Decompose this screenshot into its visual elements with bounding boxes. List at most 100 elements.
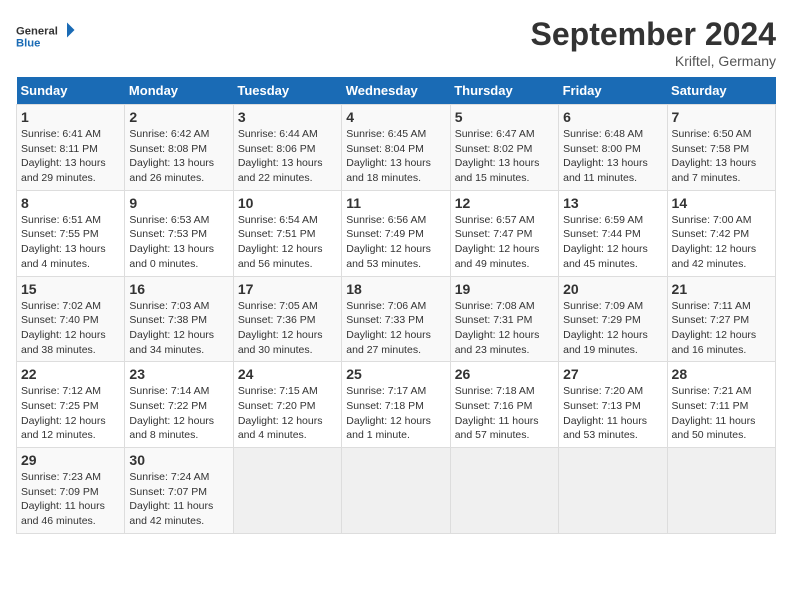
day-number: 27 bbox=[563, 366, 662, 382]
calendar-cell: 25 Sunrise: 7:17 AMSunset: 7:18 PMDaylig… bbox=[342, 362, 450, 448]
day-number: 16 bbox=[129, 281, 228, 297]
day-info: Sunrise: 7:24 AMSunset: 7:07 PMDaylight:… bbox=[129, 471, 213, 527]
day-info: Sunrise: 6:50 AMSunset: 7:58 PMDaylight:… bbox=[672, 128, 757, 184]
day-number: 5 bbox=[455, 109, 554, 125]
day-info: Sunrise: 6:53 AMSunset: 7:53 PMDaylight:… bbox=[129, 214, 214, 270]
header-saturday: Saturday bbox=[667, 77, 775, 105]
day-info: Sunrise: 7:20 AMSunset: 7:13 PMDaylight:… bbox=[563, 385, 647, 441]
day-number: 22 bbox=[21, 366, 120, 382]
day-number: 26 bbox=[455, 366, 554, 382]
day-info: Sunrise: 7:21 AMSunset: 7:11 PMDaylight:… bbox=[672, 385, 756, 441]
header-friday: Friday bbox=[559, 77, 667, 105]
day-info: Sunrise: 6:48 AMSunset: 8:00 PMDaylight:… bbox=[563, 128, 648, 184]
day-number: 8 bbox=[21, 195, 120, 211]
day-info: Sunrise: 7:08 AMSunset: 7:31 PMDaylight:… bbox=[455, 300, 540, 356]
day-number: 2 bbox=[129, 109, 228, 125]
calendar-cell: 1 Sunrise: 6:41 AMSunset: 8:11 PMDayligh… bbox=[17, 105, 125, 191]
header-wednesday: Wednesday bbox=[342, 77, 450, 105]
calendar-cell: 29 Sunrise: 7:23 AMSunset: 7:09 PMDaylig… bbox=[17, 448, 125, 534]
day-info: Sunrise: 7:17 AMSunset: 7:18 PMDaylight:… bbox=[346, 385, 431, 441]
day-number: 11 bbox=[346, 195, 445, 211]
calendar-cell bbox=[342, 448, 450, 534]
day-info: Sunrise: 7:05 AMSunset: 7:36 PMDaylight:… bbox=[238, 300, 323, 356]
day-info: Sunrise: 7:11 AMSunset: 7:27 PMDaylight:… bbox=[672, 300, 757, 356]
day-number: 10 bbox=[238, 195, 337, 211]
calendar-cell: 11 Sunrise: 6:56 AMSunset: 7:49 PMDaylig… bbox=[342, 190, 450, 276]
calendar-cell: 3 Sunrise: 6:44 AMSunset: 8:06 PMDayligh… bbox=[233, 105, 341, 191]
calendar-week-row: 29 Sunrise: 7:23 AMSunset: 7:09 PMDaylig… bbox=[17, 448, 776, 534]
day-info: Sunrise: 7:15 AMSunset: 7:20 PMDaylight:… bbox=[238, 385, 323, 441]
calendar-cell: 21 Sunrise: 7:11 AMSunset: 7:27 PMDaylig… bbox=[667, 276, 775, 362]
day-number: 17 bbox=[238, 281, 337, 297]
calendar-cell: 30 Sunrise: 7:24 AMSunset: 7:07 PMDaylig… bbox=[125, 448, 233, 534]
day-number: 1 bbox=[21, 109, 120, 125]
calendar-cell: 24 Sunrise: 7:15 AMSunset: 7:20 PMDaylig… bbox=[233, 362, 341, 448]
svg-text:General: General bbox=[16, 26, 58, 38]
day-info: Sunrise: 6:57 AMSunset: 7:47 PMDaylight:… bbox=[455, 214, 540, 270]
calendar-cell: 13 Sunrise: 6:59 AMSunset: 7:44 PMDaylig… bbox=[559, 190, 667, 276]
logo: General Blue bbox=[16, 16, 76, 56]
page-header: General Blue September 2024 Kriftel, Ger… bbox=[16, 16, 776, 69]
calendar-cell: 7 Sunrise: 6:50 AMSunset: 7:58 PMDayligh… bbox=[667, 105, 775, 191]
day-info: Sunrise: 7:00 AMSunset: 7:42 PMDaylight:… bbox=[672, 214, 757, 270]
day-number: 4 bbox=[346, 109, 445, 125]
calendar-cell: 27 Sunrise: 7:20 AMSunset: 7:13 PMDaylig… bbox=[559, 362, 667, 448]
day-info: Sunrise: 6:41 AMSunset: 8:11 PMDaylight:… bbox=[21, 128, 106, 184]
calendar-cell: 28 Sunrise: 7:21 AMSunset: 7:11 PMDaylig… bbox=[667, 362, 775, 448]
calendar-cell: 26 Sunrise: 7:18 AMSunset: 7:16 PMDaylig… bbox=[450, 362, 558, 448]
calendar-cell: 12 Sunrise: 6:57 AMSunset: 7:47 PMDaylig… bbox=[450, 190, 558, 276]
day-number: 29 bbox=[21, 452, 120, 468]
header-sunday: Sunday bbox=[17, 77, 125, 105]
day-info: Sunrise: 6:59 AMSunset: 7:44 PMDaylight:… bbox=[563, 214, 648, 270]
day-number: 20 bbox=[563, 281, 662, 297]
calendar-cell: 18 Sunrise: 7:06 AMSunset: 7:33 PMDaylig… bbox=[342, 276, 450, 362]
day-info: Sunrise: 6:45 AMSunset: 8:04 PMDaylight:… bbox=[346, 128, 431, 184]
calendar-cell: 4 Sunrise: 6:45 AMSunset: 8:04 PMDayligh… bbox=[342, 105, 450, 191]
header-thursday: Thursday bbox=[450, 77, 558, 105]
calendar-cell: 10 Sunrise: 6:54 AMSunset: 7:51 PMDaylig… bbox=[233, 190, 341, 276]
calendar-cell: 23 Sunrise: 7:14 AMSunset: 7:22 PMDaylig… bbox=[125, 362, 233, 448]
calendar-week-row: 1 Sunrise: 6:41 AMSunset: 8:11 PMDayligh… bbox=[17, 105, 776, 191]
header-monday: Monday bbox=[125, 77, 233, 105]
day-info: Sunrise: 7:09 AMSunset: 7:29 PMDaylight:… bbox=[563, 300, 648, 356]
day-info: Sunrise: 7:06 AMSunset: 7:33 PMDaylight:… bbox=[346, 300, 431, 356]
day-info: Sunrise: 7:18 AMSunset: 7:16 PMDaylight:… bbox=[455, 385, 539, 441]
calendar-cell: 8 Sunrise: 6:51 AMSunset: 7:55 PMDayligh… bbox=[17, 190, 125, 276]
calendar-cell: 9 Sunrise: 6:53 AMSunset: 7:53 PMDayligh… bbox=[125, 190, 233, 276]
day-number: 12 bbox=[455, 195, 554, 211]
day-info: Sunrise: 7:02 AMSunset: 7:40 PMDaylight:… bbox=[21, 300, 106, 356]
day-info: Sunrise: 6:51 AMSunset: 7:55 PMDaylight:… bbox=[21, 214, 106, 270]
calendar-cell bbox=[559, 448, 667, 534]
day-info: Sunrise: 6:56 AMSunset: 7:49 PMDaylight:… bbox=[346, 214, 431, 270]
calendar-cell bbox=[233, 448, 341, 534]
calendar-week-row: 22 Sunrise: 7:12 AMSunset: 7:25 PMDaylig… bbox=[17, 362, 776, 448]
day-info: Sunrise: 7:12 AMSunset: 7:25 PMDaylight:… bbox=[21, 385, 106, 441]
day-number: 7 bbox=[672, 109, 771, 125]
day-info: Sunrise: 6:47 AMSunset: 8:02 PMDaylight:… bbox=[455, 128, 540, 184]
day-info: Sunrise: 7:03 AMSunset: 7:38 PMDaylight:… bbox=[129, 300, 214, 356]
calendar-title: September 2024 bbox=[531, 16, 776, 53]
svg-text:Blue: Blue bbox=[16, 38, 40, 50]
day-number: 19 bbox=[455, 281, 554, 297]
title-area: September 2024 Kriftel, Germany bbox=[531, 16, 776, 69]
day-number: 15 bbox=[21, 281, 120, 297]
header-tuesday: Tuesday bbox=[233, 77, 341, 105]
day-info: Sunrise: 6:44 AMSunset: 8:06 PMDaylight:… bbox=[238, 128, 323, 184]
calendar-header-row: Sunday Monday Tuesday Wednesday Thursday… bbox=[17, 77, 776, 105]
calendar-cell bbox=[667, 448, 775, 534]
day-info: Sunrise: 6:54 AMSunset: 7:51 PMDaylight:… bbox=[238, 214, 323, 270]
calendar-cell: 17 Sunrise: 7:05 AMSunset: 7:36 PMDaylig… bbox=[233, 276, 341, 362]
logo-svg: General Blue bbox=[16, 16, 76, 56]
calendar-cell: 19 Sunrise: 7:08 AMSunset: 7:31 PMDaylig… bbox=[450, 276, 558, 362]
day-info: Sunrise: 7:23 AMSunset: 7:09 PMDaylight:… bbox=[21, 471, 105, 527]
day-number: 3 bbox=[238, 109, 337, 125]
day-number: 6 bbox=[563, 109, 662, 125]
calendar-cell: 2 Sunrise: 6:42 AMSunset: 8:08 PMDayligh… bbox=[125, 105, 233, 191]
calendar-week-row: 15 Sunrise: 7:02 AMSunset: 7:40 PMDaylig… bbox=[17, 276, 776, 362]
calendar-cell: 15 Sunrise: 7:02 AMSunset: 7:40 PMDaylig… bbox=[17, 276, 125, 362]
calendar-cell bbox=[450, 448, 558, 534]
day-number: 25 bbox=[346, 366, 445, 382]
calendar-cell: 5 Sunrise: 6:47 AMSunset: 8:02 PMDayligh… bbox=[450, 105, 558, 191]
calendar-table: Sunday Monday Tuesday Wednesday Thursday… bbox=[16, 77, 776, 534]
calendar-cell: 22 Sunrise: 7:12 AMSunset: 7:25 PMDaylig… bbox=[17, 362, 125, 448]
